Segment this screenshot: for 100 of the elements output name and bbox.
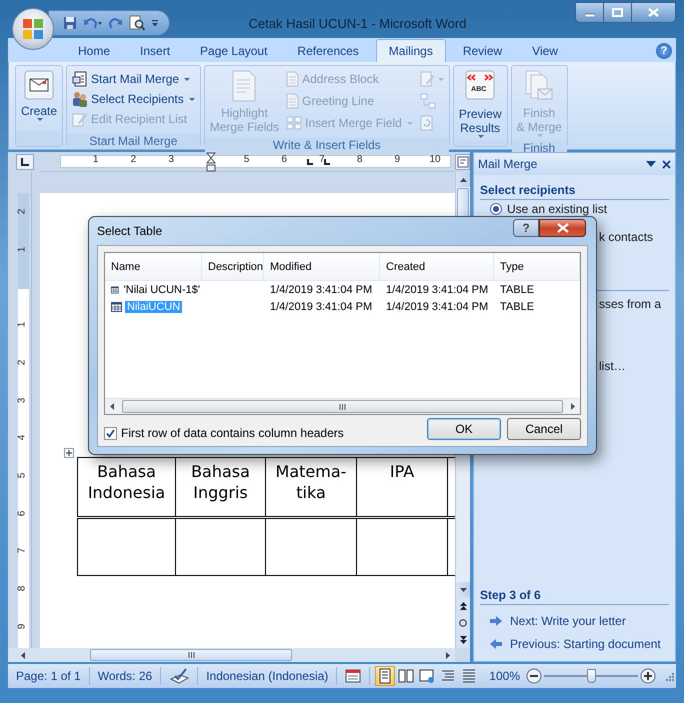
step-link[interactable]: Next: Write your letter [510,614,626,628]
magnifier-page-icon [129,15,145,31]
ribbon-tab[interactable]: Page Layout [187,39,280,62]
word-count[interactable]: Words: 26 [90,667,162,685]
ruler-number: 2 [16,208,28,214]
option-label: Use an existing list [507,202,608,216]
dialog-button[interactable]: OK [427,418,501,440]
column-header[interactable]: Description [202,253,264,280]
tab-stop-icon [307,159,313,165]
maximize-button[interactable] [604,3,632,22]
dialog-title: Select Table [97,224,164,238]
left-arrow-icon [110,403,114,410]
checkbox[interactable] [104,426,117,440]
save-button[interactable] [63,16,77,30]
page-pencil-icon [420,71,435,87]
ribbon-tab[interactable]: Mailings [376,39,446,62]
radio-button[interactable] [490,203,502,215]
ribbon-button[interactable]: Select Recipients [70,89,197,109]
office-logo-icon [21,17,45,41]
left-arrow-icon [21,652,25,658]
ruler-number: 10 [429,154,441,165]
close-icon [648,8,659,17]
customize-toolbar-button[interactable] [151,20,159,26]
redo-icon [109,16,123,30]
left-tab-icon [20,157,30,167]
grip-icon [188,652,194,658]
double-down-arrow-icon [460,636,466,644]
scroll-thumb[interactable] [122,400,563,413]
resize-grip-icon [664,671,674,681]
ruler-number: 9 [16,623,28,629]
scroll-down-button[interactable] [456,582,470,597]
ribbon-tab[interactable]: Home [65,39,124,62]
page-count[interactable]: Page: 1 of 1 [8,667,90,685]
scroll-thumb[interactable] [90,649,292,661]
view-ruler-button[interactable] [455,154,470,170]
down-arrow-icon [460,588,466,592]
right-arrow-icon [446,652,450,658]
ruler-number: 7 [319,154,325,165]
next-page-button[interactable] [456,631,470,648]
ruler-number: 2 [130,154,136,165]
language-indicator[interactable]: Indonesian (Indonesia) [198,667,338,685]
lines-icon [461,668,478,684]
grip-icon [339,404,346,410]
book-icon [398,668,414,684]
column-header[interactable]: Modified [264,253,380,280]
double-up-arrow-icon [460,602,466,610]
column-header[interactable]: Type [494,253,580,280]
up-arrow-icon [460,178,466,182]
table-name[interactable]: 'Nilai UCUN-1$' [122,284,202,296]
save-icon [63,16,77,30]
table-icon [111,284,119,294]
ribbon-tab[interactable]: References [284,39,372,62]
undo-button[interactable] [83,16,103,30]
table-header-cell: Bahasa Indonesia [78,458,176,518]
ribbon-tab[interactable]: Review [450,39,516,62]
section-heading: Step 3 of 6 [480,588,669,605]
close-button[interactable] [539,219,586,237]
pane-menu-button[interactable] [646,161,656,167]
close-icon [662,160,671,168]
dialog-button[interactable]: Cancel [507,418,581,440]
ruler-number: 1 [16,246,28,252]
caret-icon [646,161,656,167]
column-header[interactable]: Created [380,253,494,280]
ribbon-button[interactable]: Create [19,68,60,129]
help-button[interactable]: ? [513,219,539,237]
print-preview-button[interactable] [129,15,145,31]
zoom-out-button[interactable] [526,668,542,684]
close-icon [556,223,568,233]
ruler-number: 1 [92,154,98,165]
table-cell-text: 1/4/2019 3:41:04 PM [385,300,490,312]
close-button[interactable] [662,160,671,168]
ribbon-tab[interactable]: Insert [127,39,184,62]
zoom-level[interactable]: 100% [483,669,526,683]
ruler-number: 1 [16,322,28,328]
table-cell-text: 1/4/2019 3:41:04 PM [269,284,374,296]
slider-thumb[interactable] [587,669,596,683]
step-link[interactable]: Previous: Starting document [510,637,661,651]
circle-icon [459,618,467,626]
previous-page-button[interactable] [456,597,470,614]
refresh-page-icon [420,115,433,131]
check-icon [106,428,115,438]
ribbon-tab[interactable]: View [519,39,571,62]
minimize-button[interactable] [576,3,604,22]
ruler-number: 6 [281,154,287,165]
column-header[interactable]: Name [105,253,202,280]
ruler-number: 8 [16,586,28,592]
indent-marker-icon [206,152,216,172]
ruler-number: 2 [16,360,28,366]
envelope-icon [24,70,54,100]
view-button[interactable] [375,666,396,686]
ruler-number: 9 [394,154,400,165]
linked-boxes-icon [420,93,436,109]
page-icon [286,71,300,87]
pencil-list-icon [72,111,88,127]
pane-title: Mail Merge [478,157,538,171]
scroll-up-button[interactable] [456,172,470,187]
maximize-icon [612,8,623,17]
ribbon-button[interactable]: Start Mail Merge [70,69,197,89]
zoom-in-button[interactable] [640,668,656,684]
tab-selector[interactable] [16,154,34,170]
